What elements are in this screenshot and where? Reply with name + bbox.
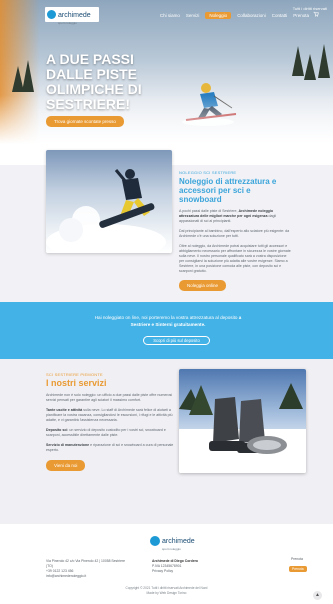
footer-contacts: Via Pinerolo 42 c/o Via Pinerolo 42 | 10…	[46, 559, 126, 579]
footer-bottom: Copyright © 2021 Tutti i diritti riserva…	[0, 586, 333, 596]
main-nav: Chi siamo Servizi Noleggio Collaborazion…	[160, 12, 309, 19]
deposit-button[interactable]: Scopri di più sul deposito	[143, 336, 210, 345]
footer-email[interactable]: info@archimedenoleggio.it	[46, 574, 126, 579]
deposit-text: Hai noleggiato on line, noi porteremo la…	[90, 314, 246, 328]
rent-paragraph-2: Dal principiante al bambino, dall'espert…	[179, 229, 290, 238]
back-to-top-button[interactable]: ▲	[313, 591, 322, 600]
hero-title: A DUE PASSI DALLE PISTE OLIMPICHE DI SES…	[46, 51, 142, 112]
services-p2-bold: Tante uscite e attività	[46, 408, 83, 412]
footer-book-button[interactable]: Prenota	[289, 566, 307, 572]
services-title: I nostri servizi	[46, 378, 107, 388]
nav-item-noleggio[interactable]: Noleggio	[205, 12, 232, 19]
tree-illustration	[22, 60, 34, 92]
services-cta-button[interactable]: Vieni da noi	[46, 460, 86, 471]
footer-logo-title: archimede	[162, 538, 195, 545]
rent-paragraph-1: A pochi passi dalle piste di Sestriere, …	[179, 209, 292, 224]
hero-cta-button[interactable]: Trova giornate scontate presso	[46, 116, 124, 127]
nav-item-collaborazioni[interactable]: Collaborazioni	[237, 13, 266, 18]
nav-item-prenota[interactable]: Prenota	[293, 13, 309, 18]
footer-logo-subtitle: sport noleggio	[162, 547, 181, 551]
top-bar: archimede sport noleggio Tutti i diritti…	[0, 0, 333, 25]
cart-icon[interactable]	[313, 11, 319, 17]
page: archimede sport noleggio Tutti i diritti…	[0, 0, 333, 604]
services-kicker: Sci Sestriere Piemonte	[46, 372, 103, 377]
top-info: Tutti i diritti riservati	[292, 6, 327, 11]
hero-section: archimede sport noleggio Tutti i diritti…	[0, 0, 333, 165]
boots-illustration	[179, 383, 306, 473]
rent-kicker: Noleggio sci Sestriere	[179, 170, 237, 175]
footer-credits[interactable]: Made by Web Design Torino	[0, 591, 333, 596]
snowboarder-illustration	[46, 169, 166, 253]
rent-p1-pre: A pochi passi dalle piste di Sestriere,	[179, 209, 239, 213]
rent-online-button[interactable]: Noleggia online	[179, 280, 227, 291]
footer-logo[interactable]: archimede sport noleggio	[150, 530, 195, 551]
services-paragraph-4: Servizio di manutenzione e riparazione d…	[46, 443, 174, 453]
site-logo[interactable]: archimede sport noleggio	[45, 7, 99, 25]
services-paragraph-2: Tante uscite e attività sulla neve. Lo s…	[46, 408, 174, 423]
tree-illustration	[304, 54, 316, 80]
deposit-band: Hai noleggiato on line, noi porteremo la…	[0, 302, 333, 359]
footer-privacy-link[interactable]: Privacy Policy	[152, 569, 222, 574]
services-text-block: Sci Sestriere Piemonte I nostri servizi …	[46, 372, 174, 472]
footer-company-name: Archimede di Diego Cordero	[152, 559, 198, 563]
services-p3-bold: Deposito sci	[46, 428, 68, 432]
rent-title: Noleggio di attrezzatura e accessori per…	[179, 177, 277, 204]
tree-illustration	[292, 46, 304, 76]
nav-item-contatti[interactable]: Contatti	[272, 13, 288, 18]
logo-subtitle: sport noleggio	[58, 21, 77, 25]
deposit-text-pre: Hai noleggiato on line, noi porteremo la…	[94, 315, 239, 320]
tree-illustration	[318, 44, 330, 78]
rent-text-block: Noleggio sci Sestriere Noleggio di attre…	[179, 170, 292, 292]
rent-paragraph-3: Oltre al noleggio, da Archimede potrai a…	[179, 244, 291, 273]
footer-company: Archimede di Diego Cordero P.IVA 1234567…	[152, 559, 222, 574]
nav-item-servizi[interactable]: Servizi	[186, 13, 200, 18]
ski-boots-image	[179, 369, 306, 473]
logo-icon	[47, 10, 56, 19]
snowboarder-image	[46, 150, 172, 253]
footer-address: Via Pinerolo 42 c/o Via Pinerolo 42 | 10…	[46, 559, 125, 568]
logo-title: archimede	[58, 12, 91, 19]
footer-logo-icon	[150, 535, 160, 546]
services-p4-bold: Servizio di manutenzione	[46, 443, 90, 447]
footer-col3: Prenota	[291, 557, 303, 561]
services-paragraph-1: Archimede non è solo noleggio: un uffici…	[46, 393, 173, 402]
nav-item-chi-siamo[interactable]: Chi siamo	[160, 13, 180, 18]
services-paragraph-3: Deposito sci: un servizio di deposito cu…	[46, 428, 174, 438]
